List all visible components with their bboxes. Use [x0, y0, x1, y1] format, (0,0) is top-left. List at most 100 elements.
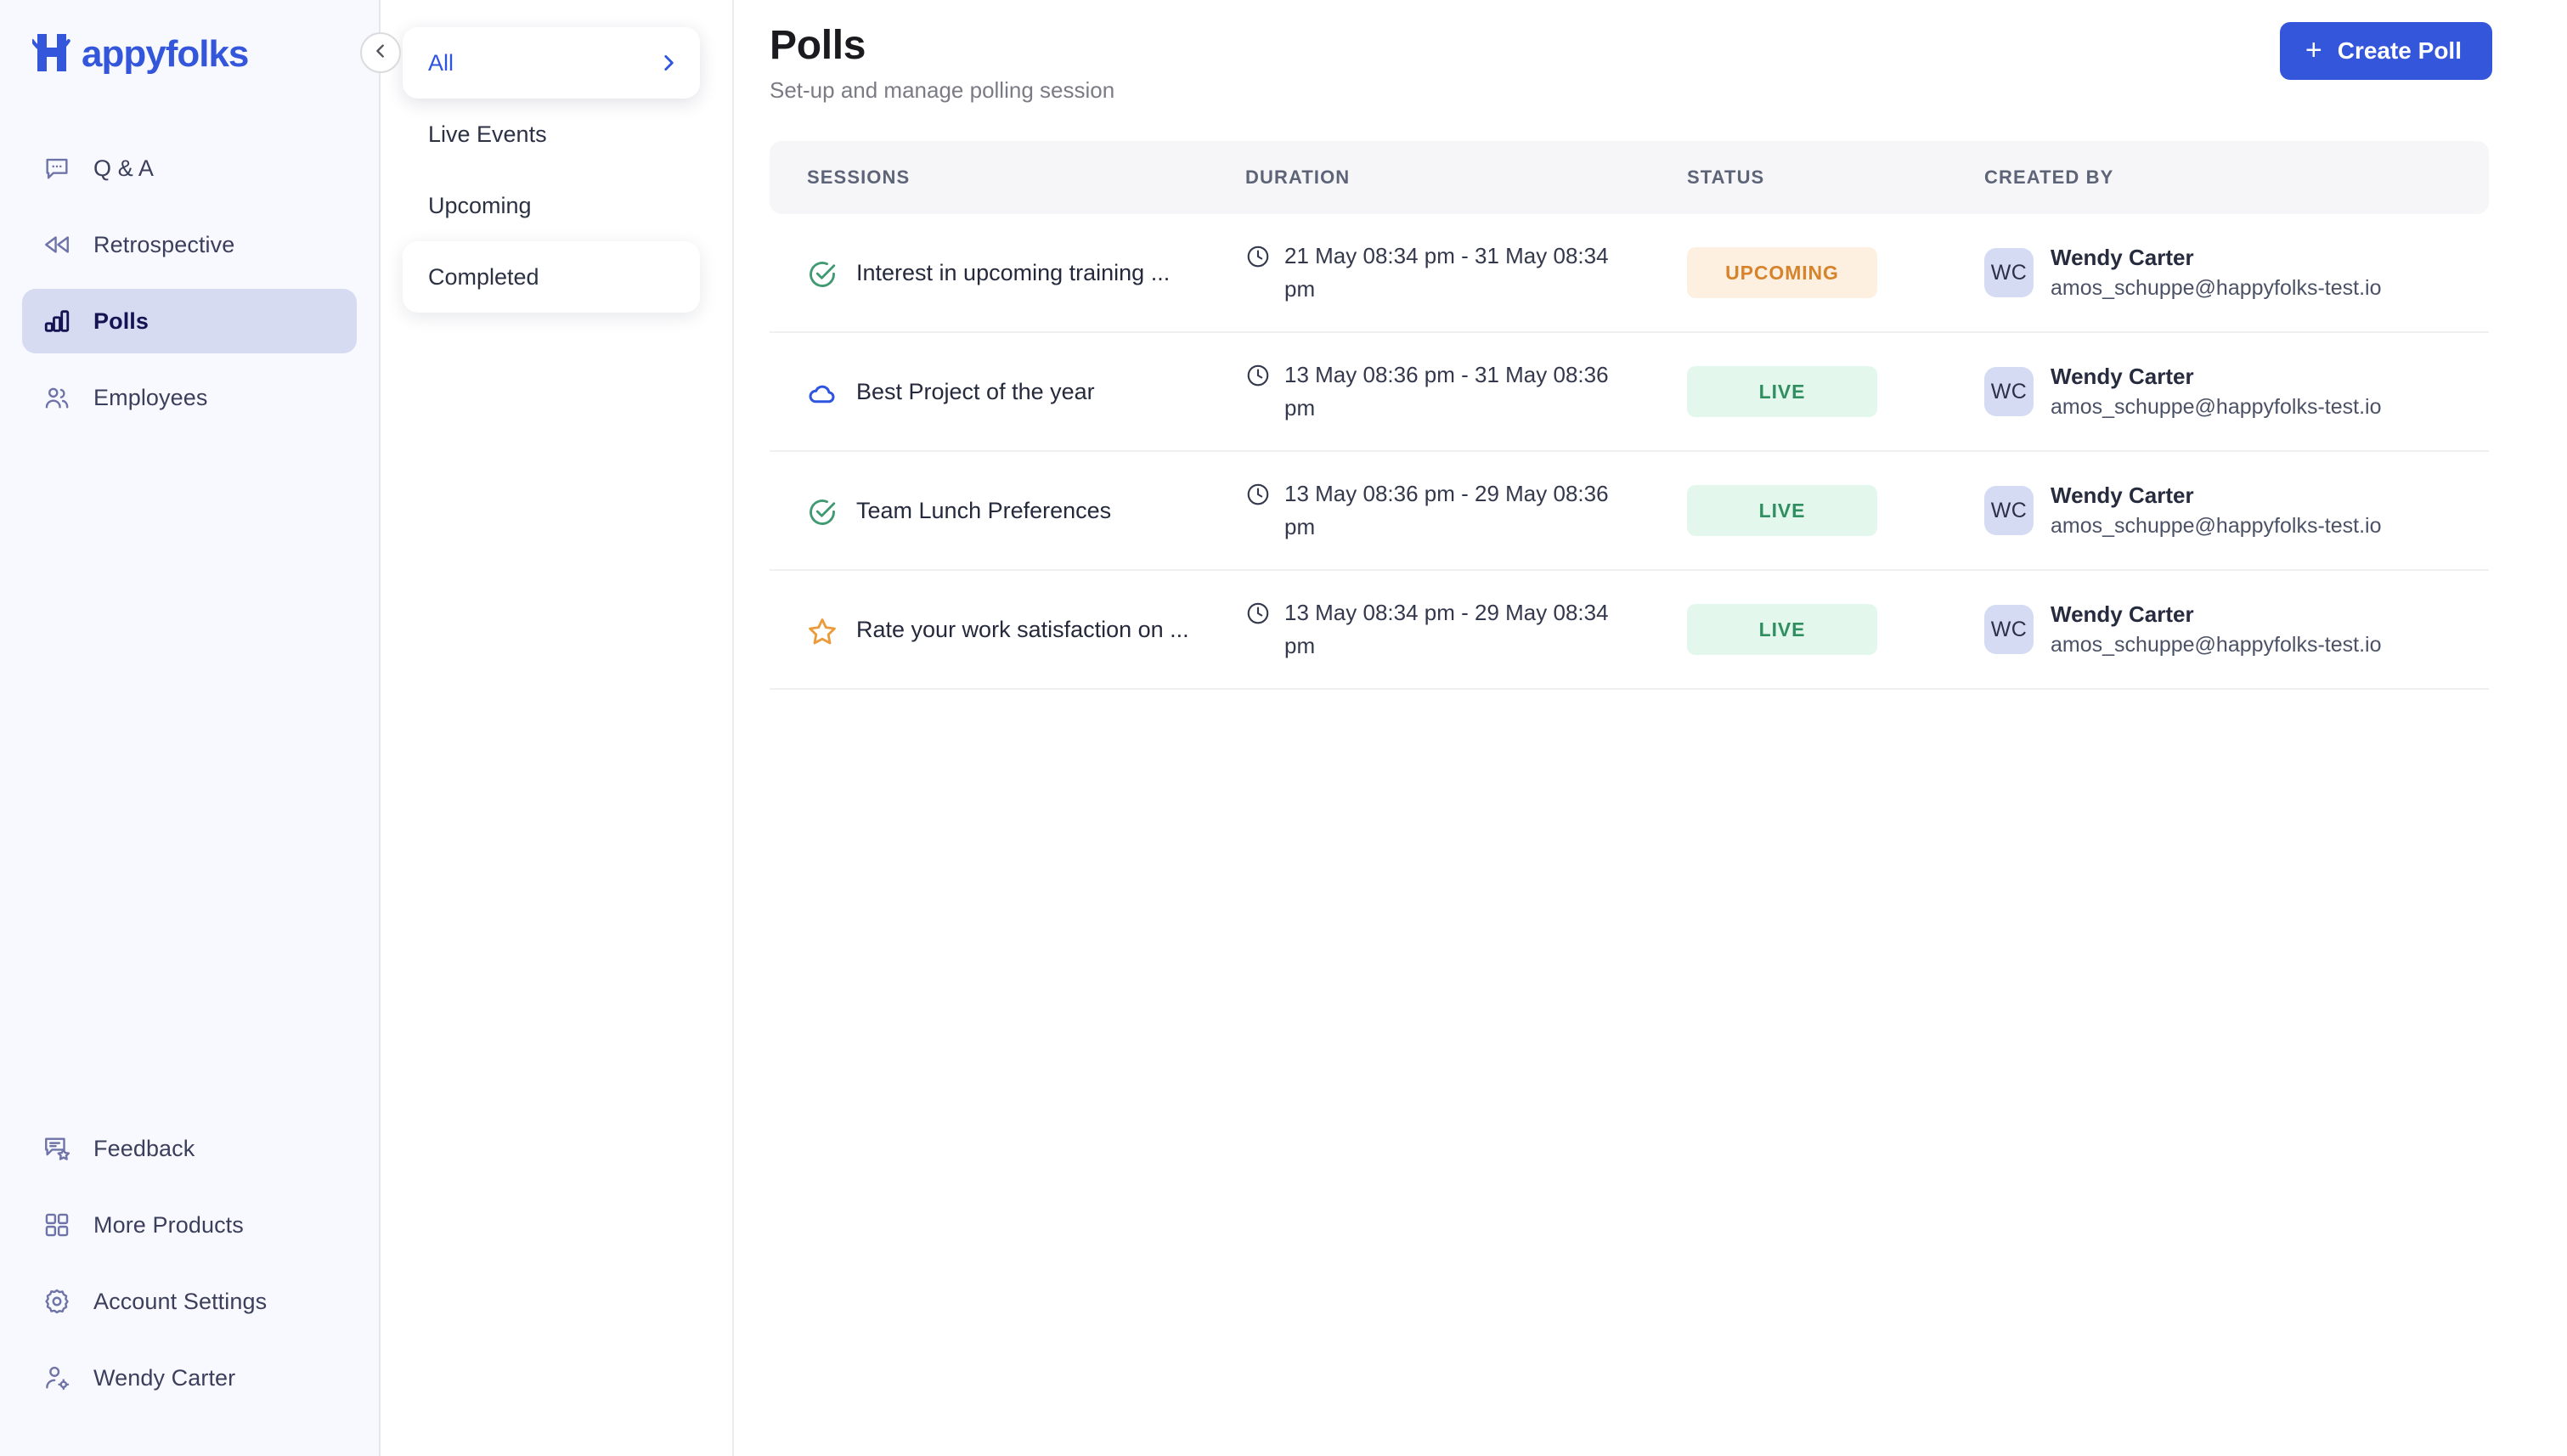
sidebar-item-qa[interactable]: Q & A [22, 136, 357, 200]
table-row[interactable]: Team Lunch Preferences 13 May 08:36 pm -… [770, 451, 2489, 572]
filter-item-label: All [428, 49, 454, 76]
filter-item-label: Upcoming [428, 192, 532, 218]
cell-created-by: WC Wendy Carter amos_schuppe@happyfolks-… [1984, 214, 2489, 334]
sidebar-item-label: Retrospective [93, 231, 235, 257]
avatar: WC [1984, 605, 2034, 655]
creator-name: Wendy Carter [2051, 601, 2194, 627]
cell-status: UPCOMING [1687, 214, 1984, 334]
svg-text:appyfolks: appyfolks [82, 33, 248, 75]
cell-session: Rate your work satisfaction on ... [770, 570, 1245, 691]
rewind-icon [41, 229, 73, 261]
avatar: WC [1984, 367, 2034, 417]
sidebar-item-polls[interactable]: Polls [22, 289, 357, 353]
sidebar-collapse-button[interactable] [360, 32, 401, 73]
creator-name: Wendy Carter [2051, 244, 2194, 270]
cell-session: Best Project of the year [770, 332, 1245, 453]
user-settings-icon [41, 1362, 73, 1394]
cell-session: Team Lunch Preferences [770, 451, 1245, 572]
cell-status: LIVE [1687, 570, 1984, 691]
column-header-sessions: SESSIONS [770, 141, 1245, 215]
cell-duration: 13 May 08:36 pm - 29 May 08:36 pm [1245, 451, 1687, 572]
session-name: Team Lunch Preferences [856, 497, 1112, 523]
sidebar-item-account-settings[interactable]: Account Settings [22, 1269, 357, 1334]
column-header-created-by: CREATED BY [1984, 141, 2489, 215]
table-row[interactable]: Interest in upcoming training ... 21 May… [770, 214, 2489, 334]
clock-icon [1245, 601, 1271, 626]
column-header-status: STATUS [1687, 141, 1984, 215]
clock-icon [1245, 244, 1271, 269]
polls-table-wrapper: SESSIONS DURATION STATUS CREATED BY Inte… [770, 141, 2489, 691]
sidebar-item-employees[interactable]: Employees [22, 365, 357, 430]
sidebar-item-label: Feedback [93, 1135, 195, 1161]
creator-email: amos_schuppe@happyfolks-test.io [2051, 275, 2382, 300]
avatar: WC [1984, 248, 2034, 298]
duration-text: 13 May 08:36 pm - 31 May 08:36 pm [1284, 362, 1609, 421]
primary-sidebar: appyfolks Q & A Retrospective Polls Empl… [0, 0, 401, 1456]
status-badge: UPCOMING [1687, 247, 1877, 299]
sidebar-item-more-products[interactable]: More Products [22, 1193, 357, 1257]
status-badge: LIVE [1687, 366, 1877, 418]
sidebar-item-user-profile[interactable]: Wendy Carter [22, 1346, 357, 1410]
cell-status: LIVE [1687, 332, 1984, 453]
creator-name: Wendy Carter [2051, 363, 2194, 389]
cell-created-by: WC Wendy Carter amos_schuppe@happyfolks-… [1984, 451, 2489, 572]
sidebar-nav-top: Q & A Retrospective Polls Employees [0, 136, 379, 442]
star-icon [807, 616, 838, 646]
filter-item-all[interactable]: All [403, 27, 700, 99]
sidebar-item-label: Polls [93, 308, 150, 334]
status-badge: LIVE [1687, 604, 1877, 656]
app-root: appyfolks Q & A Retrospective Polls Empl… [0, 0, 2567, 1456]
sidebar-item-label: Employees [93, 384, 208, 410]
status-badge: LIVE [1687, 485, 1877, 537]
gear-icon [41, 1285, 73, 1318]
chat-bubble-icon [41, 152, 73, 184]
page-title: Polls [770, 23, 866, 68]
bar-chart-icon [41, 305, 73, 337]
brand-logo[interactable]: appyfolks [0, 25, 379, 99]
page-header-text: Polls Set-up and manage polling session [770, 22, 1114, 104]
page-header: Polls Set-up and manage polling session … [734, 0, 2567, 104]
cell-created-by: WC Wendy Carter amos_schuppe@happyfolks-… [1984, 332, 2489, 453]
polls-table-head: SESSIONS DURATION STATUS CREATED BY [770, 141, 2489, 215]
main-content: Polls Set-up and manage polling session … [734, 0, 2567, 1456]
filter-item-live-events[interactable]: Live Events [403, 99, 700, 170]
cell-created-by: WC Wendy Carter amos_schuppe@happyfolks-… [1984, 570, 2489, 691]
duration-text: 13 May 08:36 pm - 29 May 08:36 pm [1284, 481, 1609, 540]
session-name: Best Project of the year [856, 378, 1095, 404]
plus-icon: + [2305, 33, 2322, 66]
feedback-star-icon [41, 1132, 73, 1165]
column-header-duration: DURATION [1245, 141, 1687, 215]
cell-session: Interest in upcoming training ... [770, 214, 1245, 334]
poll-filter-panel: All Live Events Upcoming Completed [381, 0, 734, 1456]
clock-icon [1245, 482, 1271, 507]
polls-table-body: Interest in upcoming training ... 21 May… [770, 214, 2489, 691]
polls-table: SESSIONS DURATION STATUS CREATED BY Inte… [770, 141, 2489, 691]
table-row[interactable]: Best Project of the year 13 May 08:36 pm… [770, 332, 2489, 453]
table-header-row: SESSIONS DURATION STATUS CREATED BY [770, 141, 2489, 215]
creator-email: amos_schuppe@happyfolks-test.io [2051, 394, 2382, 419]
sidebar-item-retrospective[interactable]: Retrospective [22, 212, 357, 277]
table-row[interactable]: Rate your work satisfaction on ... 13 Ma… [770, 570, 2489, 691]
sidebar-item-feedback[interactable]: Feedback [22, 1116, 357, 1181]
sidebar-item-label: Account Settings [93, 1288, 268, 1314]
filter-item-label: Completed [428, 263, 539, 290]
create-poll-button[interactable]: + Create Poll [2279, 22, 2492, 80]
cloud-icon [807, 378, 838, 409]
sidebar-nav-bottom: Feedback More Products Account Settings … [0, 1116, 379, 1456]
page-subtitle: Set-up and manage polling session [770, 77, 1115, 104]
sidebar-item-label: More Products [93, 1211, 244, 1238]
creator-email: amos_schuppe@happyfolks-test.io [2051, 513, 2382, 538]
session-name: Interest in upcoming training ... [856, 259, 1171, 285]
filter-item-label: Live Events [428, 121, 547, 147]
chevron-right-icon [657, 52, 680, 74]
users-icon [41, 381, 73, 414]
cell-duration: 21 May 08:34 pm - 31 May 08:34 pm [1245, 214, 1687, 334]
session-name: Rate your work satisfaction on ... [856, 616, 1189, 642]
filter-item-completed[interactable]: Completed [403, 241, 700, 313]
check-circle-icon [807, 259, 838, 290]
creator-email: amos_schuppe@happyfolks-test.io [2051, 632, 2382, 657]
grid-squares-icon [41, 1209, 73, 1241]
creator-name: Wendy Carter [2051, 482, 2194, 508]
filter-item-upcoming[interactable]: Upcoming [403, 170, 700, 241]
create-poll-button-label: Create Poll [2337, 37, 2462, 64]
